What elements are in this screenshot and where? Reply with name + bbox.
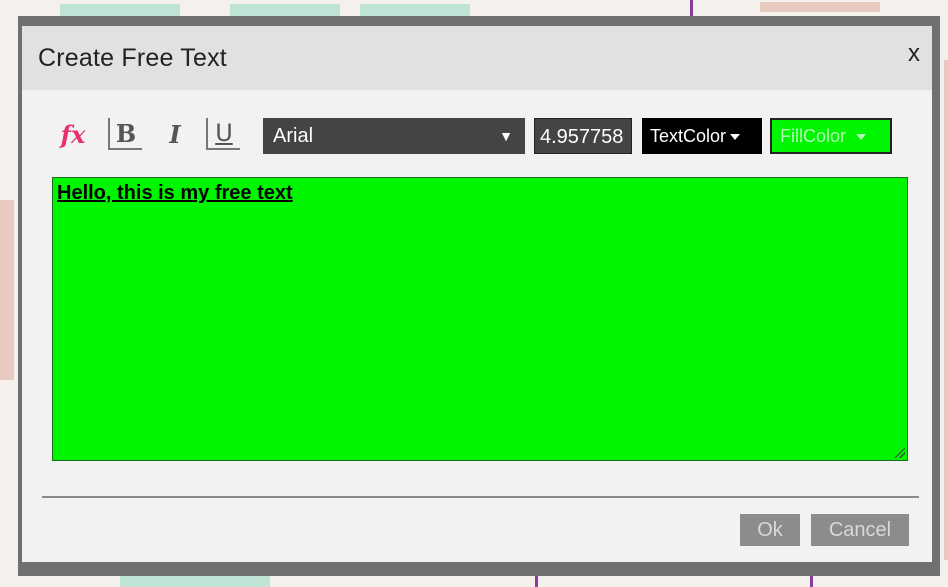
fill-color-label: FillColor: [780, 126, 847, 146]
resize-grip-icon[interactable]: [893, 446, 905, 458]
free-text-textarea[interactable]: Hello, this is my free text: [52, 177, 908, 461]
text-color-dropdown[interactable]: TextColor: [642, 118, 762, 154]
chevron-down-icon: [730, 134, 741, 141]
chevron-down-icon: ▼: [499, 128, 513, 144]
footer-divider: [42, 496, 919, 498]
cancel-button[interactable]: Cancel: [811, 514, 909, 546]
formatting-toolbar: fx B I U Arial ▼ 4.957758 TextColor Fill…: [22, 116, 932, 158]
fill-color-dropdown[interactable]: FillColor: [770, 118, 892, 154]
close-button[interactable]: x: [908, 40, 920, 68]
dialog-title: Create Free Text: [38, 44, 227, 72]
ok-button[interactable]: Ok: [740, 514, 800, 546]
font-family-value: Arial: [273, 125, 314, 147]
font-family-select[interactable]: Arial ▼: [263, 118, 525, 154]
font-size-input[interactable]: 4.957758: [534, 118, 632, 154]
chevron-down-icon: [856, 134, 867, 141]
create-free-text-dialog: Create Free Text x fx B I U Arial ▼ 4.95…: [22, 26, 932, 562]
text-color-label: TextColor: [650, 126, 727, 146]
dialog-title-bar: Create Free Text x: [22, 26, 932, 90]
free-text-content: Hello, this is my free text: [57, 182, 293, 204]
underline-icon[interactable]: U: [206, 118, 240, 150]
italic-icon[interactable]: I: [158, 118, 192, 150]
bold-icon[interactable]: B: [108, 118, 142, 150]
function-icon[interactable]: fx: [56, 118, 90, 150]
